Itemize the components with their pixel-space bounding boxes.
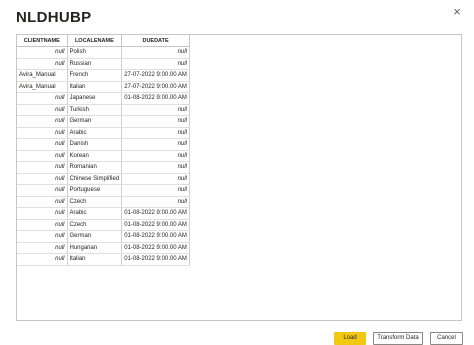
table-row: null Japanese 01-08-2022 9:00.00 AM [17,92,190,105]
table-cell: null [17,230,68,243]
table-cell: null [121,46,190,59]
load-button[interactable]: Load [334,332,366,345]
table-cell: Italian [67,81,123,93]
table-cell: 01-08-2022 9:00.00 AM [121,242,190,254]
table-cell: null [121,127,190,139]
table-cell: null [121,58,190,70]
table-cell: Russian [67,58,123,70]
table-cell: null [17,184,68,197]
table-row: null Turkish null [17,104,190,116]
table-cell: Italian [67,253,123,266]
table-cell: null [121,184,190,197]
table-cell: Czech [67,196,123,208]
table-cell: null [17,253,68,266]
table-cell: Turkish [67,104,123,116]
table-cell: null [17,115,68,128]
table-cell: null [17,150,68,162]
table-cell: null [17,104,68,116]
table-row: null German 01-08-2022 9:00.00 AM [17,230,190,243]
table-cell: null [17,219,68,231]
table-cell: Hungarian [67,242,123,254]
table-cell: German [67,115,123,128]
table-cell: Arabic [67,207,123,220]
table-cell: null [17,242,68,254]
column-header[interactable]: DUEDATE [121,35,190,47]
preview-table: CLIENTNAME LOCALENAME DUEDATE null Polish nu… [17,35,190,266]
table-cell: null [17,127,68,139]
table-cell: 27-07-2022 9:00.00 AM [121,69,190,82]
table-cell: 27-07-2022 9:00.00 AM [121,81,190,93]
table-cell: null [121,173,190,185]
table-cell: Portuguese [67,184,123,197]
page-title: NLDHUBP [16,9,92,26]
table-row: null Chinese Simplified null [17,173,190,185]
header-row: CLIENTNAME LOCALENAME DUEDATE [17,35,190,47]
table-cell: 01-08-2022 9:00.00 AM [121,230,190,243]
table-cell: Arabic [67,127,123,139]
table-cell: null [121,150,190,162]
table-cell: null [121,138,190,151]
table-cell: null [17,161,68,174]
table-cell: 01-08-2022 9:00.00 AM [121,207,190,220]
column-header[interactable]: CLIENTNAME [17,35,68,47]
table-row: null Italian 01-08-2022 9:00.00 AM [17,253,190,266]
data-preview-panel: CLIENTNAME LOCALENAME DUEDATE null Polish nu… [16,34,462,321]
table-cell: null [121,115,190,128]
table-cell: null [17,58,68,70]
transform-data-button[interactable]: Transform Data [373,332,423,345]
table-row: Avira_Manual French 27-07-2022 9:00.00 AM [17,69,190,82]
table-cell: German [67,230,123,243]
table-body: null Polish null null Russian null Avira_Manua… [17,46,190,266]
cancel-button[interactable]: Cancel [430,332,463,345]
table-cell: Avira_Manual [17,69,68,82]
table-cell: null [17,173,68,185]
table-cell: Chinese Simplified [67,173,123,185]
table-row: null Hungarian 01-08-2022 9:00.00 AM [17,242,190,254]
table-cell: 01-08-2022 9:00.00 AM [121,219,190,231]
table-row: null Czech 01-08-2022 9:00.00 AM [17,219,190,231]
table-row: null Danish null [17,138,190,151]
table-cell: 01-08-2022 9:00.00 AM [121,92,190,105]
table-row: null Arabic 01-08-2022 9:00.00 AM [17,207,190,220]
table-cell: Danish [67,138,123,151]
table-cell: null [17,196,68,208]
table-row: null Portuguese null [17,184,190,197]
table-cell: French [67,69,123,82]
table-cell: 01-08-2022 9:00.00 AM [121,253,190,266]
table-row: null German null [17,115,190,128]
table-cell: null [121,104,190,116]
table-cell: Korean [67,150,123,162]
table-cell: null [17,92,68,105]
table-row: null Korean null [17,150,190,162]
table-cell: Avira_Manual [17,81,68,93]
table-cell: null [17,207,68,220]
table-row: null Romanian null [17,161,190,174]
table-cell: null [17,46,68,59]
table-row: Avira_Manual Italian 27-07-2022 9:00.00 AM [17,81,190,93]
table-row: null Russian null [17,58,190,70]
table-cell: Romanian [67,161,123,174]
navigator-dialog: × NLDHUBP CLIENTNAME LOCALENAME DUEDATE nu… [0,0,474,345]
table-cell: Japanese [67,92,123,105]
table-row: null Arabic null [17,127,190,139]
table-cell: Polish [67,46,123,59]
table-row: null Polish null [17,46,190,59]
column-header[interactable]: LOCALENAME [67,35,123,47]
table-cell: null [17,138,68,151]
table-cell: null [121,196,190,208]
table-cell: Czech [67,219,123,231]
close-icon[interactable]: × [449,4,465,20]
table-row: null Czech null [17,196,190,208]
table-cell: null [121,161,190,174]
